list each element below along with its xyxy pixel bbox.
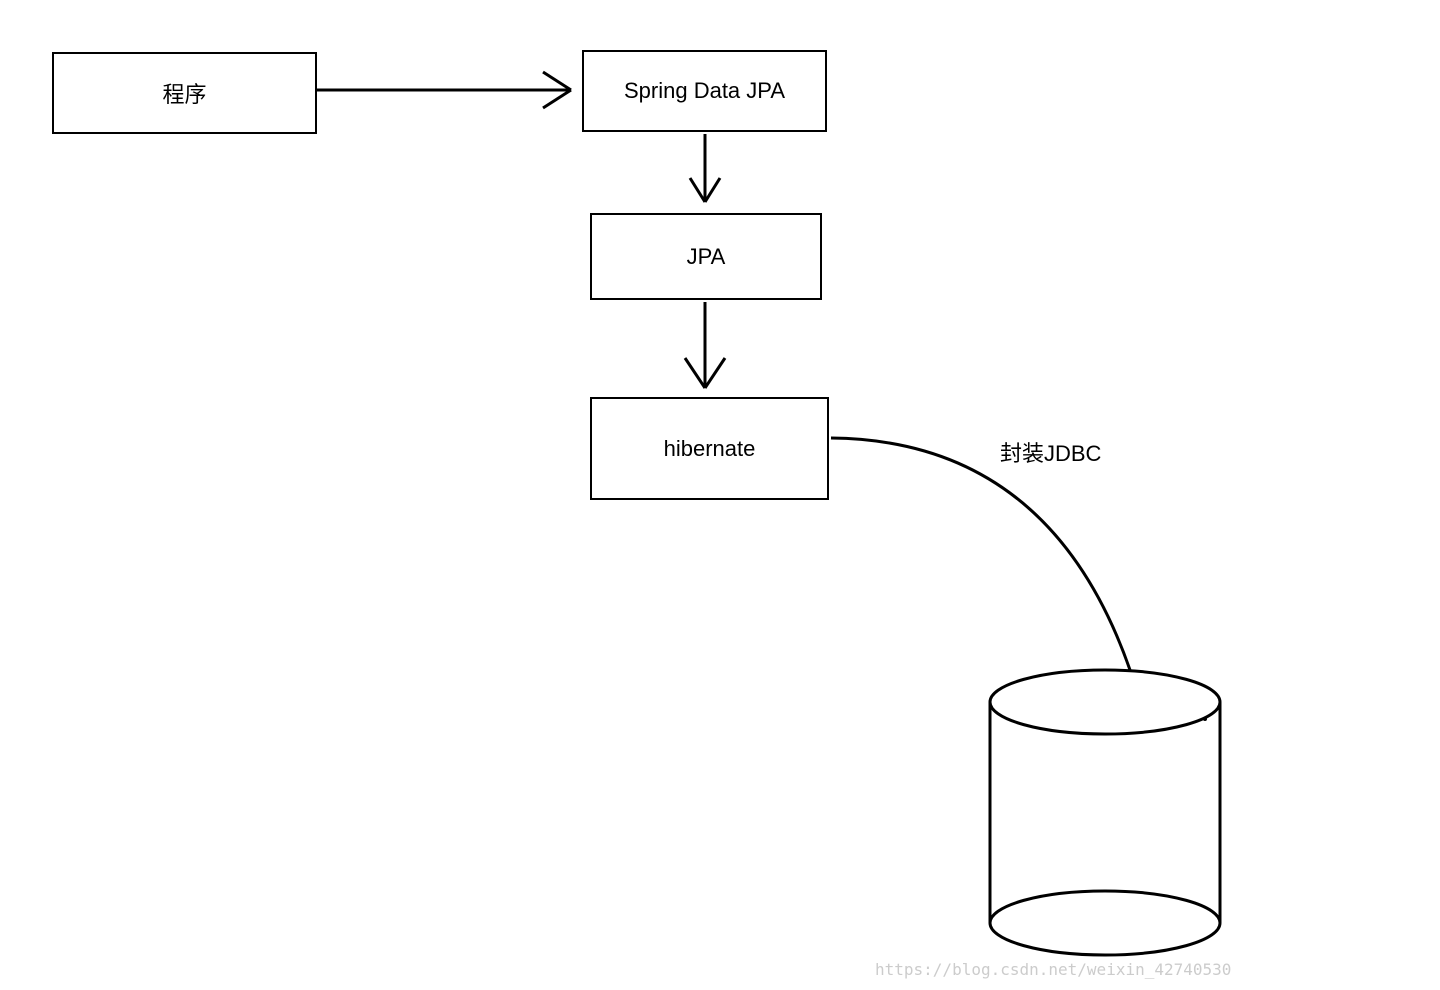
box-program-label: 程序 <box>162 77 206 109</box>
connector-hibernate-to-database <box>831 438 1130 670</box>
box-program: 程序 <box>52 52 317 134</box>
watermark-text: https://blog.csdn.net/weixin_42740530 <box>875 960 1231 979</box>
box-hibernate: hibernate <box>590 397 829 500</box>
annotation-jdbc: 封装JDBC <box>1000 436 1101 468</box>
box-spring-data-jpa: Spring Data JPA <box>582 50 827 132</box>
annotation-jdbc-label: 封装JDBC <box>1000 441 1101 466</box>
arrow-program-to-spring <box>317 72 571 108</box>
box-spring-data-jpa-label: Spring Data JPA <box>624 78 785 104</box>
database-cylinder-icon <box>990 670 1220 955</box>
box-hibernate-label: hibernate <box>664 436 756 462</box>
arrow-jpa-to-hibernate <box>685 302 725 388</box>
box-jpa: JPA <box>590 213 822 300</box>
box-jpa-label: JPA <box>687 244 726 270</box>
arrow-spring-to-jpa <box>690 134 720 202</box>
